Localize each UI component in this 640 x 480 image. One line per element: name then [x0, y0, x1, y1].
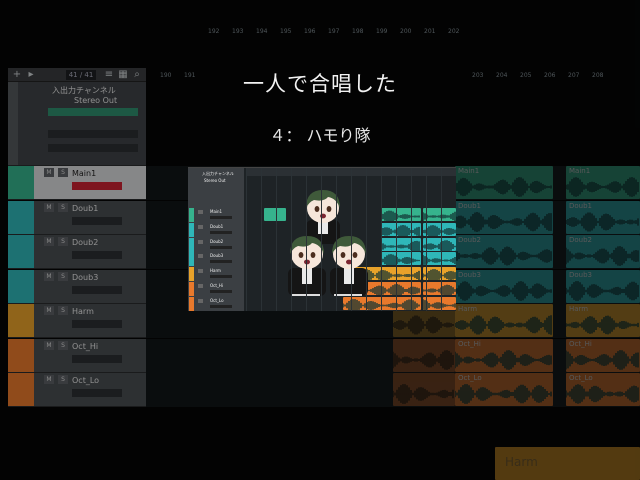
screen-stereo-out: Stereo Out — [204, 178, 226, 183]
grid-line — [261, 168, 262, 311]
screen-mute-button[interactable] — [198, 298, 203, 303]
grid-line — [366, 168, 367, 311]
video-title: 一人で合唱した — [243, 72, 397, 96]
grid-line — [321, 168, 322, 311]
screen-mute-button[interactable] — [198, 210, 203, 214]
grid-line — [306, 168, 307, 311]
video-subtitle: ４： ハモり隊 — [269, 126, 371, 145]
screen-track-name: Oct_Hi — [210, 283, 224, 288]
screen-track-color — [189, 267, 194, 282]
screen-region[interactable] — [423, 282, 456, 295]
screen-input-slot[interactable] — [210, 304, 232, 308]
screen-region[interactable] — [381, 252, 421, 266]
grid-line — [381, 168, 382, 311]
screen-input-slot[interactable] — [210, 260, 232, 264]
screen-track-name: Main1 — [210, 209, 223, 214]
screen-track-name: Harm — [210, 268, 221, 274]
screen-region[interactable] — [423, 222, 456, 236]
screen-input-slot[interactable] — [210, 275, 232, 279]
screen-region[interactable] — [423, 208, 456, 221]
grid-line — [291, 168, 292, 311]
screen-track-name: Doub3 — [210, 253, 224, 259]
audio-region-bottom[interactable]: Harm — [495, 447, 640, 480]
grid-line — [441, 168, 442, 311]
screen-region[interactable] — [423, 296, 456, 310]
grid-line — [426, 168, 427, 311]
screen-region[interactable] — [381, 237, 421, 251]
screen-track-name: Doub1 — [210, 223, 224, 229]
screen-input-slot[interactable] — [210, 290, 232, 293]
grid-line — [351, 168, 352, 311]
screen-track-color — [189, 282, 194, 296]
screen-track-color — [189, 222, 194, 237]
grid-line — [276, 168, 277, 311]
screen-mute-button[interactable] — [198, 269, 203, 274]
screen-mute-button[interactable] — [198, 284, 203, 288]
screen-region[interactable] — [381, 208, 421, 221]
screen-track-name: Doub2 — [210, 238, 224, 244]
screen-mute-button[interactable] — [198, 239, 203, 244]
region-name: Harm — [505, 455, 538, 469]
screen-mute-button[interactable] — [198, 254, 203, 259]
daw-screen-thumbnail: 入出力チャンネル Stereo Out Main1 Doub1 Doub2 Doub3… — [188, 167, 456, 311]
screen-io-label: 入出力チャンネル — [202, 171, 234, 176]
screen-region[interactable] — [423, 237, 456, 251]
screen-track-color — [189, 296, 194, 311]
screen-track-color — [189, 237, 194, 252]
screen-track-color — [189, 208, 194, 222]
screen-track-color — [189, 252, 194, 267]
screen-mute-button[interactable] — [198, 224, 203, 229]
grid-line — [411, 168, 412, 311]
screen-region[interactable] — [423, 252, 456, 266]
screen-input-slot[interactable] — [210, 245, 232, 249]
grid-line — [336, 168, 337, 311]
screen-input-slot[interactable] — [210, 216, 232, 219]
screen-track-name: Oct_Lo — [210, 297, 224, 303]
screen-region[interactable] — [423, 267, 456, 281]
screen-region[interactable] — [264, 208, 286, 221]
grid-line — [246, 168, 247, 311]
screen-region[interactable] — [381, 222, 421, 236]
grid-line — [396, 168, 397, 311]
screen-input-slot[interactable] — [210, 230, 232, 234]
